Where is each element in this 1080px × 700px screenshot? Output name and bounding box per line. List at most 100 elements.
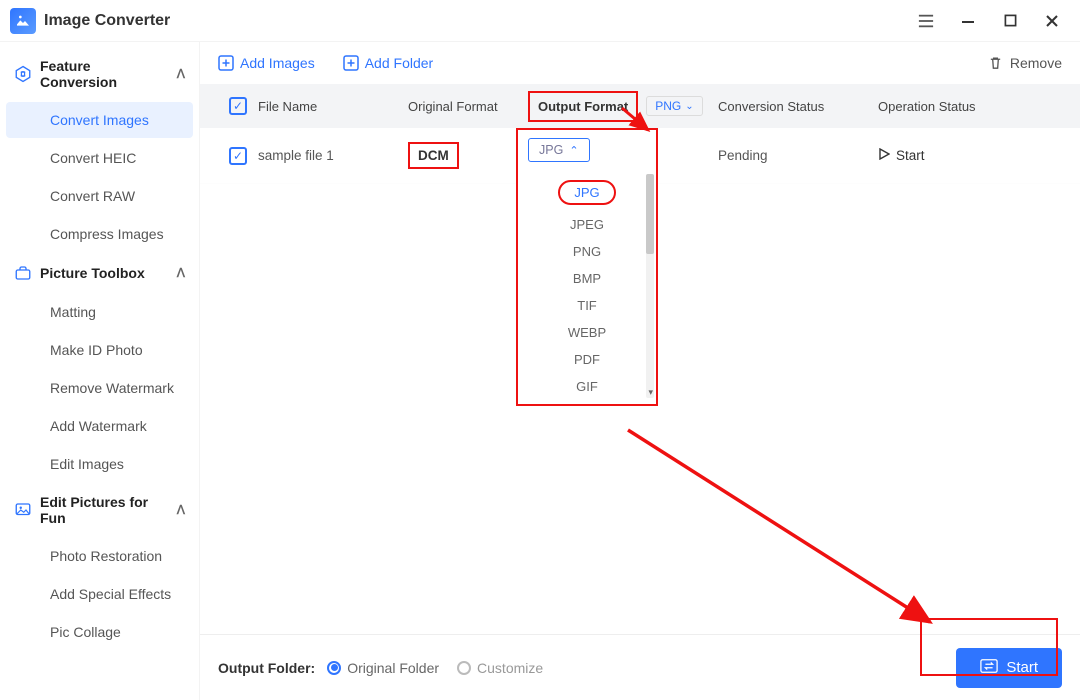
app-logo-icon [10, 8, 36, 34]
dropdown-option-label: GIF [576, 379, 598, 394]
sidebar-item-convert-images[interactable]: Convert Images [6, 102, 193, 138]
sidebar-item-label: Remove Watermark [50, 380, 174, 396]
output-format-dropdown: JPG ⌃ ▾ JPG JPEG PNG BMP TIF WEBP PDF GI… [516, 128, 658, 406]
plus-icon [343, 55, 359, 71]
sidebar-item-remove-watermark[interactable]: Remove Watermark [6, 370, 193, 406]
sidebar-item-compress-images[interactable]: Compress Images [6, 216, 193, 252]
sidebar-group-label: Feature Conversion [40, 58, 169, 90]
col-header-operation-status: Operation Status [878, 99, 1062, 114]
sidebar-item-label: Matting [50, 304, 96, 320]
sidebar-item-convert-heic[interactable]: Convert HEIC [6, 140, 193, 176]
sidebar-item-label: Convert Images [50, 112, 149, 128]
radio-customize[interactable]: Customize [457, 660, 543, 676]
sidebar-item-label: Photo Restoration [50, 548, 162, 564]
close-button[interactable] [1044, 13, 1060, 29]
dropdown-option-label: PDF [574, 352, 600, 367]
sidebar-item-add-special-effects[interactable]: Add Special Effects [6, 576, 193, 612]
bottom-bar: Output Folder: Original Folder Customize… [200, 634, 1080, 700]
sidebar-item-label: Convert RAW [50, 188, 135, 204]
dropdown-option[interactable]: TIF [518, 292, 656, 319]
sidebar-item-label: Add Watermark [50, 418, 147, 434]
sidebar-group-edit-pictures-for-fun[interactable]: Edit Pictures for Fun ᐱ [0, 484, 199, 536]
sidebar-group-label: Edit Pictures for Fun [40, 494, 169, 526]
scrollbar-thumb[interactable] [646, 174, 654, 254]
remove-label: Remove [1010, 55, 1062, 71]
sidebar-item-label: Pic Collage [50, 624, 121, 640]
dropdown-option-label: WEBP [568, 325, 606, 340]
trash-icon [988, 55, 1004, 71]
dropdown-selected[interactable]: JPG ⌃ [528, 138, 590, 162]
sidebar-group-label: Picture Toolbox [40, 265, 145, 281]
picture-toolbox-icon [14, 264, 32, 282]
chevron-down-icon: ⌄ [685, 101, 693, 112]
play-icon [878, 148, 890, 163]
dropdown-option[interactable]: GIF [518, 373, 656, 400]
col-header-file-name: File Name [258, 99, 408, 114]
dropdown-option[interactable]: PDF [518, 346, 656, 373]
sidebar: Feature Conversion ᐱ Convert Images Conv… [0, 42, 200, 700]
edit-fun-icon [14, 501, 32, 519]
dropdown-option-label: BMP [573, 271, 601, 286]
chevron-up-icon: ᐱ [177, 266, 185, 280]
menu-icon[interactable] [918, 13, 934, 29]
row-start-button[interactable]: Start [878, 148, 1062, 163]
sidebar-group-picture-toolbox[interactable]: Picture Toolbox ᐱ [0, 254, 199, 292]
sidebar-item-make-id-photo[interactable]: Make ID Photo [6, 332, 193, 368]
output-format-header-value: PNG [655, 99, 681, 113]
radio-icon [327, 661, 341, 675]
chevron-up-icon: ᐱ [177, 503, 185, 517]
add-images-button[interactable]: Add Images [218, 55, 315, 71]
cell-conversion-status: Pending [718, 148, 878, 163]
dropdown-option[interactable]: WEBP [518, 319, 656, 346]
sidebar-item-pic-collage[interactable]: Pic Collage [6, 614, 193, 650]
titlebar: Image Converter [0, 0, 1080, 42]
output-format-header-select[interactable]: PNG ⌄ [646, 96, 702, 116]
chevron-up-icon: ᐱ [177, 67, 185, 81]
dropdown-option-label: PNG [573, 244, 601, 259]
plus-icon [218, 55, 234, 71]
add-folder-button[interactable]: Add Folder [343, 55, 433, 71]
sidebar-item-label: Compress Images [50, 226, 164, 242]
maximize-button[interactable] [1002, 13, 1018, 29]
row-start-label: Start [896, 148, 925, 163]
sidebar-item-add-watermark[interactable]: Add Watermark [6, 408, 193, 444]
dropdown-option-label: JPG [558, 180, 615, 205]
sidebar-item-label: Convert HEIC [50, 150, 136, 166]
add-folder-label: Add Folder [365, 55, 433, 71]
minimize-button[interactable] [960, 13, 976, 29]
sidebar-item-label: Add Special Effects [50, 586, 171, 602]
dropdown-selected-value: JPG [539, 143, 563, 157]
sidebar-item-edit-images[interactable]: Edit Images [6, 446, 193, 482]
start-button-label: Start [1006, 659, 1038, 676]
row-checkbox[interactable]: ✓ [229, 147, 247, 165]
sidebar-item-convert-raw[interactable]: Convert RAW [6, 178, 193, 214]
radio-original-folder[interactable]: Original Folder [327, 660, 439, 676]
sidebar-item-label: Edit Images [50, 456, 124, 472]
select-all-checkbox[interactable]: ✓ [229, 97, 247, 115]
add-images-label: Add Images [240, 55, 315, 71]
radio-original-label: Original Folder [347, 660, 439, 676]
dropdown-option[interactable]: JPG [518, 174, 656, 211]
col-header-output-format: Output Format [528, 91, 638, 122]
chevron-up-icon: ⌃ [569, 144, 578, 157]
dropdown-option[interactable]: JPEG [518, 211, 656, 238]
dropdown-option-label: JPEG [570, 217, 604, 232]
sidebar-item-matting[interactable]: Matting [6, 294, 193, 330]
swap-icon [980, 658, 998, 678]
radio-icon [457, 661, 471, 675]
sidebar-item-photo-restoration[interactable]: Photo Restoration [6, 538, 193, 574]
main-toolbar: Add Images Add Folder Remove [200, 42, 1080, 84]
dropdown-option[interactable]: BMP [518, 265, 656, 292]
radio-customize-label: Customize [477, 660, 543, 676]
cell-original-format: DCM [408, 142, 459, 169]
remove-button[interactable]: Remove [988, 55, 1062, 71]
col-header-original-format: Original Format [408, 99, 528, 114]
output-folder-label: Output Folder: [218, 660, 315, 676]
sidebar-item-label: Make ID Photo [50, 342, 143, 358]
col-header-conversion-status: Conversion Status [718, 99, 878, 114]
dropdown-option[interactable]: PNG [518, 238, 656, 265]
scroll-down-icon[interactable]: ▾ [648, 387, 653, 398]
sidebar-group-feature-conversion[interactable]: Feature Conversion ᐱ [0, 48, 199, 100]
app-title: Image Converter [44, 12, 170, 30]
start-button[interactable]: Start [956, 648, 1062, 688]
